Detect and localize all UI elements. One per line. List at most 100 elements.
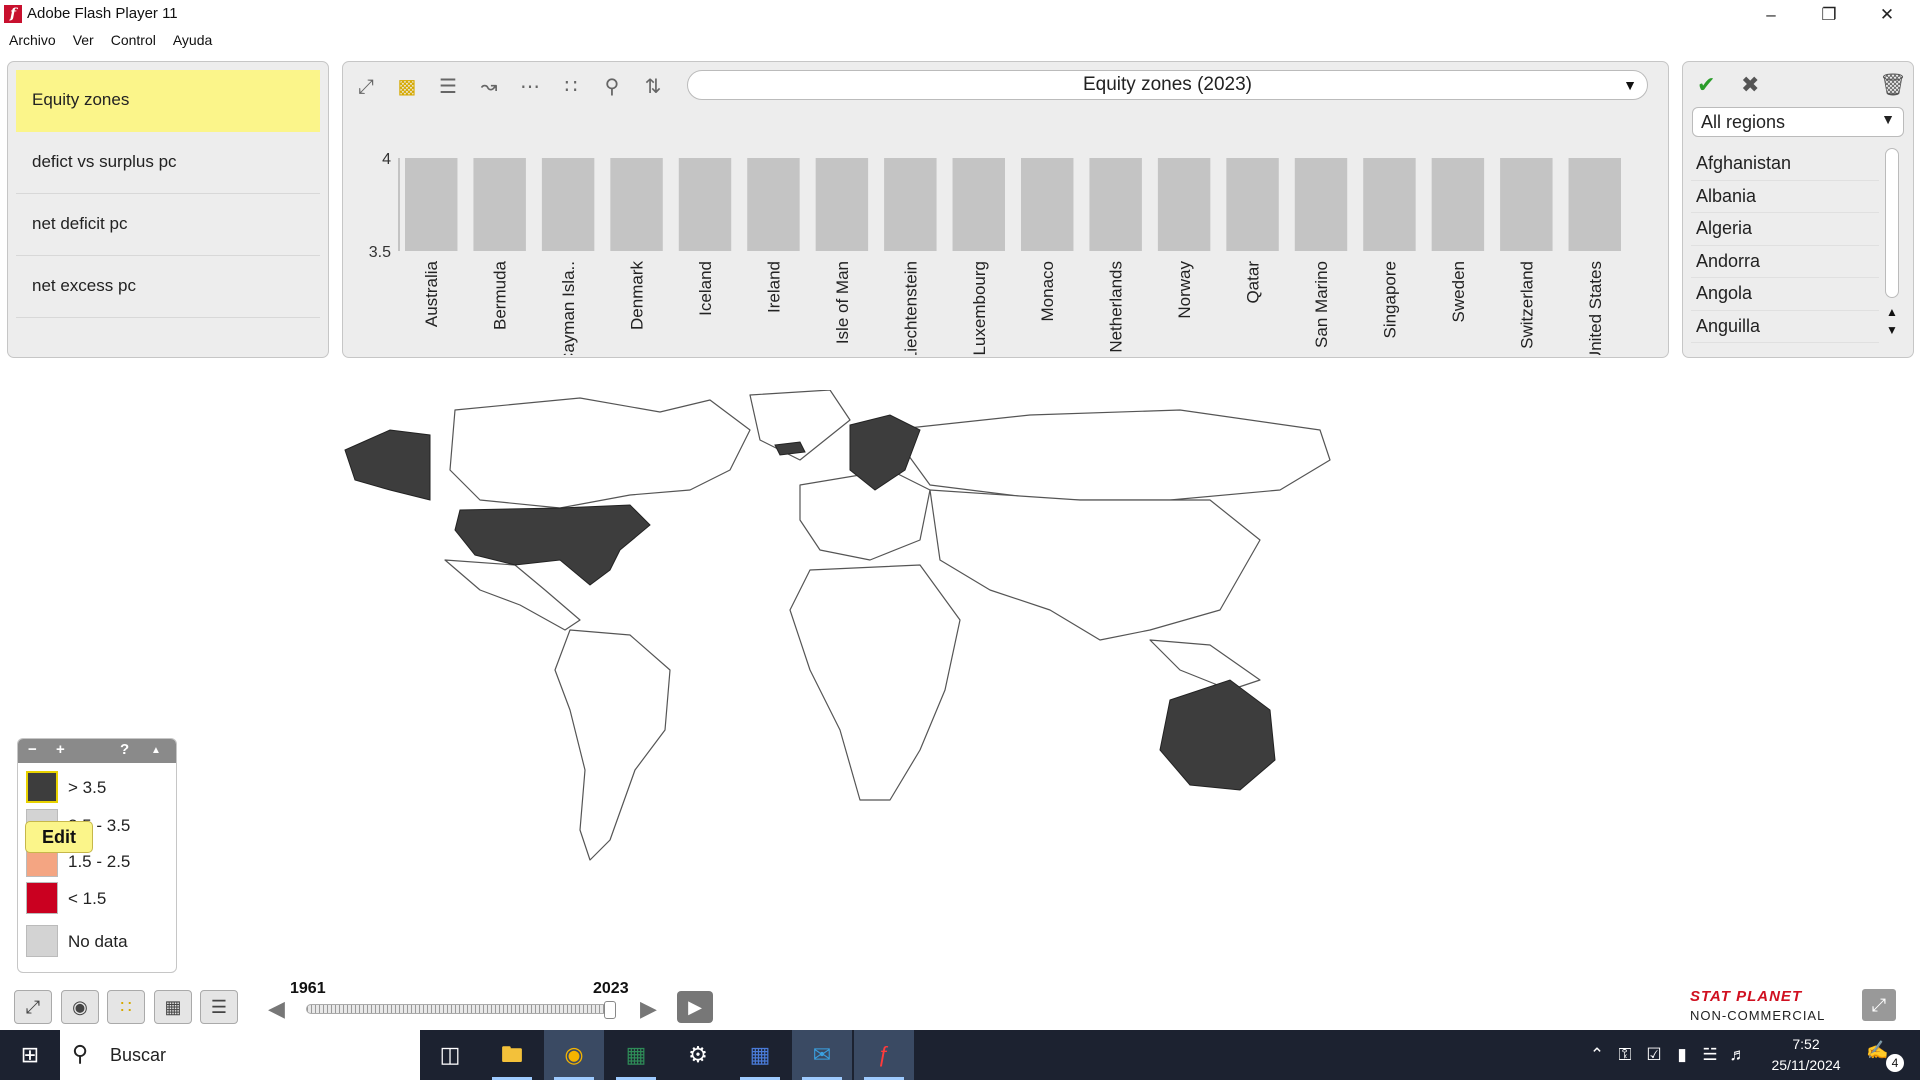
- country-item[interactable]: Afghanistan: [1691, 148, 1879, 181]
- horizontal-bar-icon[interactable]: ☰: [431, 72, 465, 102]
- x-tick-label: Iceland: [696, 261, 715, 316]
- map-view-icon[interactable]: ⤢: [349, 72, 383, 102]
- legend-swatch[interactable]: [26, 771, 58, 803]
- taskbar-search[interactable]: ⚲ Buscar: [60, 1030, 420, 1080]
- country-item[interactable]: Andorra: [1691, 246, 1879, 278]
- table-button[interactable]: ▦: [154, 990, 192, 1024]
- word-icon[interactable]: ▦: [730, 1030, 790, 1080]
- chart-bar[interactable]: [1294, 158, 1348, 251]
- country-item[interactable]: Anguilla: [1691, 311, 1879, 343]
- country-scrollbar[interactable]: ▲ ▼: [1884, 148, 1900, 348]
- indicator-item[interactable]: net excess pc: [16, 256, 320, 318]
- sort-icon[interactable]: ⇅: [636, 72, 670, 102]
- volume-icon[interactable]: ♬: [1726, 1030, 1750, 1080]
- chrome-icon[interactable]: ◉: [544, 1030, 604, 1080]
- line-chart-icon[interactable]: ↝: [472, 72, 506, 102]
- chart-bar[interactable]: [541, 158, 595, 251]
- chart-bar[interactable]: [610, 158, 663, 251]
- menu-ver[interactable]: Ver: [64, 29, 102, 48]
- timeline-slider-thumb[interactable]: [604, 1001, 616, 1019]
- file-explorer-icon[interactable]: 🖿: [482, 1030, 542, 1080]
- chart-bar[interactable]: [405, 158, 458, 251]
- world-map[interactable]: [330, 390, 1600, 890]
- scroll-down-icon[interactable]: ▼: [1885, 322, 1899, 338]
- task-view-icon[interactable]: ◫: [420, 1030, 480, 1080]
- bar-chart-icon[interactable]: ▩: [390, 72, 424, 102]
- indicator-item[interactable]: Equity zones: [16, 70, 320, 132]
- notifications-icon[interactable]: ✍ 4: [1866, 1040, 1904, 1072]
- timeline-slider[interactable]: [306, 1004, 612, 1014]
- chart-bar[interactable]: [1089, 158, 1142, 251]
- menu-control[interactable]: Control: [102, 29, 164, 48]
- legend-row[interactable]: No data: [26, 925, 176, 959]
- step-back-icon[interactable]: ◀: [268, 996, 285, 1022]
- scroll-thumb[interactable]: [1885, 148, 1899, 298]
- legend-row[interactable]: > 3.5: [26, 771, 176, 805]
- view-eye-button[interactable]: ◉: [61, 990, 99, 1024]
- fullscreen-map-button[interactable]: ⤢: [14, 990, 52, 1024]
- step-forward-icon[interactable]: ▶: [640, 996, 657, 1022]
- chart-bar[interactable]: [1021, 158, 1074, 251]
- check-icon[interactable]: ✔: [1697, 70, 1715, 100]
- minimize-button[interactable]: –: [1742, 0, 1800, 29]
- outlook-icon[interactable]: ✉: [792, 1030, 852, 1080]
- map-australia: [1159, 679, 1276, 791]
- legend-minus-button[interactable]: −: [28, 741, 37, 758]
- country-item[interactable]: Albania: [1691, 181, 1879, 213]
- scatter-icon[interactable]: ⋯: [513, 72, 547, 102]
- tray-overflow-icon[interactable]: ⌃: [1586, 1030, 1608, 1080]
- legend-help-button[interactable]: ?: [120, 741, 129, 758]
- legend-plus-button[interactable]: +: [56, 741, 65, 758]
- bubbles-button[interactable]: ∷: [107, 990, 145, 1024]
- settings-icon[interactable]: ⚙: [668, 1030, 728, 1080]
- legend-swatch[interactable]: [26, 925, 58, 957]
- scroll-up-icon[interactable]: ▲: [1885, 304, 1899, 320]
- chart-bar[interactable]: [1500, 158, 1553, 251]
- chart-bar[interactable]: [1157, 158, 1211, 251]
- indicator-item[interactable]: net deficit pc: [16, 194, 320, 256]
- x-tick-label: Liechtenstein: [901, 261, 920, 355]
- chart-bar[interactable]: [1363, 158, 1416, 251]
- chart-bar[interactable]: [678, 158, 732, 251]
- windows-start-icon[interactable]: ⊞: [0, 1030, 60, 1080]
- legend-swatch[interactable]: [26, 882, 58, 914]
- clear-icon[interactable]: ✖: [1741, 70, 1759, 100]
- country-item[interactable]: Algeria: [1691, 213, 1879, 246]
- region-dropdown[interactable]: All regions ▼: [1692, 107, 1904, 137]
- trash-icon[interactable]: 🗑: [1879, 70, 1907, 100]
- legend-panel: − + ? ▲ > 3.5 2.5 - 3.5 1.5 - 2.5 < 1.5 …: [17, 738, 177, 973]
- chart-bar[interactable]: [952, 158, 1005, 251]
- x-tick-label: Sweden: [1449, 261, 1468, 322]
- battery-icon[interactable]: ▮: [1670, 1030, 1694, 1080]
- chart-panel: ⤢ ▩ ☰ ↝ ⋯ ∷ ⚲ ⇅ Equity zones (2023) ▼ 4 3…: [342, 61, 1669, 358]
- chart-bar[interactable]: [884, 158, 937, 251]
- country-item[interactable]: Angola: [1691, 278, 1879, 311]
- indicator-dropdown-value: Equity zones (2023): [1083, 74, 1252, 95]
- system-clock[interactable]: 7:52 25/11/2024: [1754, 1034, 1858, 1076]
- flash-player-taskbar-icon[interactable]: ƒ: [854, 1030, 914, 1080]
- legend-row[interactable]: < 1.5: [26, 882, 176, 916]
- region-panel: ✔ ✖ 🗑 All regions ▼ Afghanistan Albania …: [1682, 61, 1914, 358]
- chart-bar[interactable]: [1568, 158, 1621, 251]
- excel-icon[interactable]: ▦: [606, 1030, 666, 1080]
- wifi-icon[interactable]: ☱: [1698, 1030, 1722, 1080]
- restore-button[interactable]: ❐: [1800, 0, 1858, 29]
- microphone-icon[interactable]: ⚿: [1614, 1030, 1636, 1080]
- chart-bar[interactable]: [1226, 158, 1279, 251]
- chart-bar[interactable]: [1431, 158, 1485, 251]
- chart-bar[interactable]: [747, 158, 800, 251]
- bubble-chart-icon[interactable]: ∷: [554, 72, 588, 102]
- indicator-item[interactable]: defict vs surplus pc: [16, 132, 320, 194]
- chart-bar[interactable]: [815, 158, 869, 251]
- menu-ayuda[interactable]: Ayuda: [164, 29, 220, 48]
- fullscreen-icon[interactable]: ⤢: [1862, 989, 1896, 1021]
- menu-archivo[interactable]: Archivo: [0, 29, 64, 48]
- close-button[interactable]: ✕: [1858, 0, 1916, 29]
- zoom-icon[interactable]: ⚲: [595, 72, 629, 102]
- chart-bar[interactable]: [473, 158, 526, 251]
- security-icon[interactable]: ☑: [1642, 1030, 1666, 1080]
- notes-button[interactable]: ☰: [200, 990, 238, 1024]
- indicator-dropdown[interactable]: Equity zones (2023) ▼: [687, 70, 1648, 100]
- legend-collapse-button[interactable]: ▲: [151, 745, 161, 756]
- play-button[interactable]: ▶: [677, 991, 713, 1023]
